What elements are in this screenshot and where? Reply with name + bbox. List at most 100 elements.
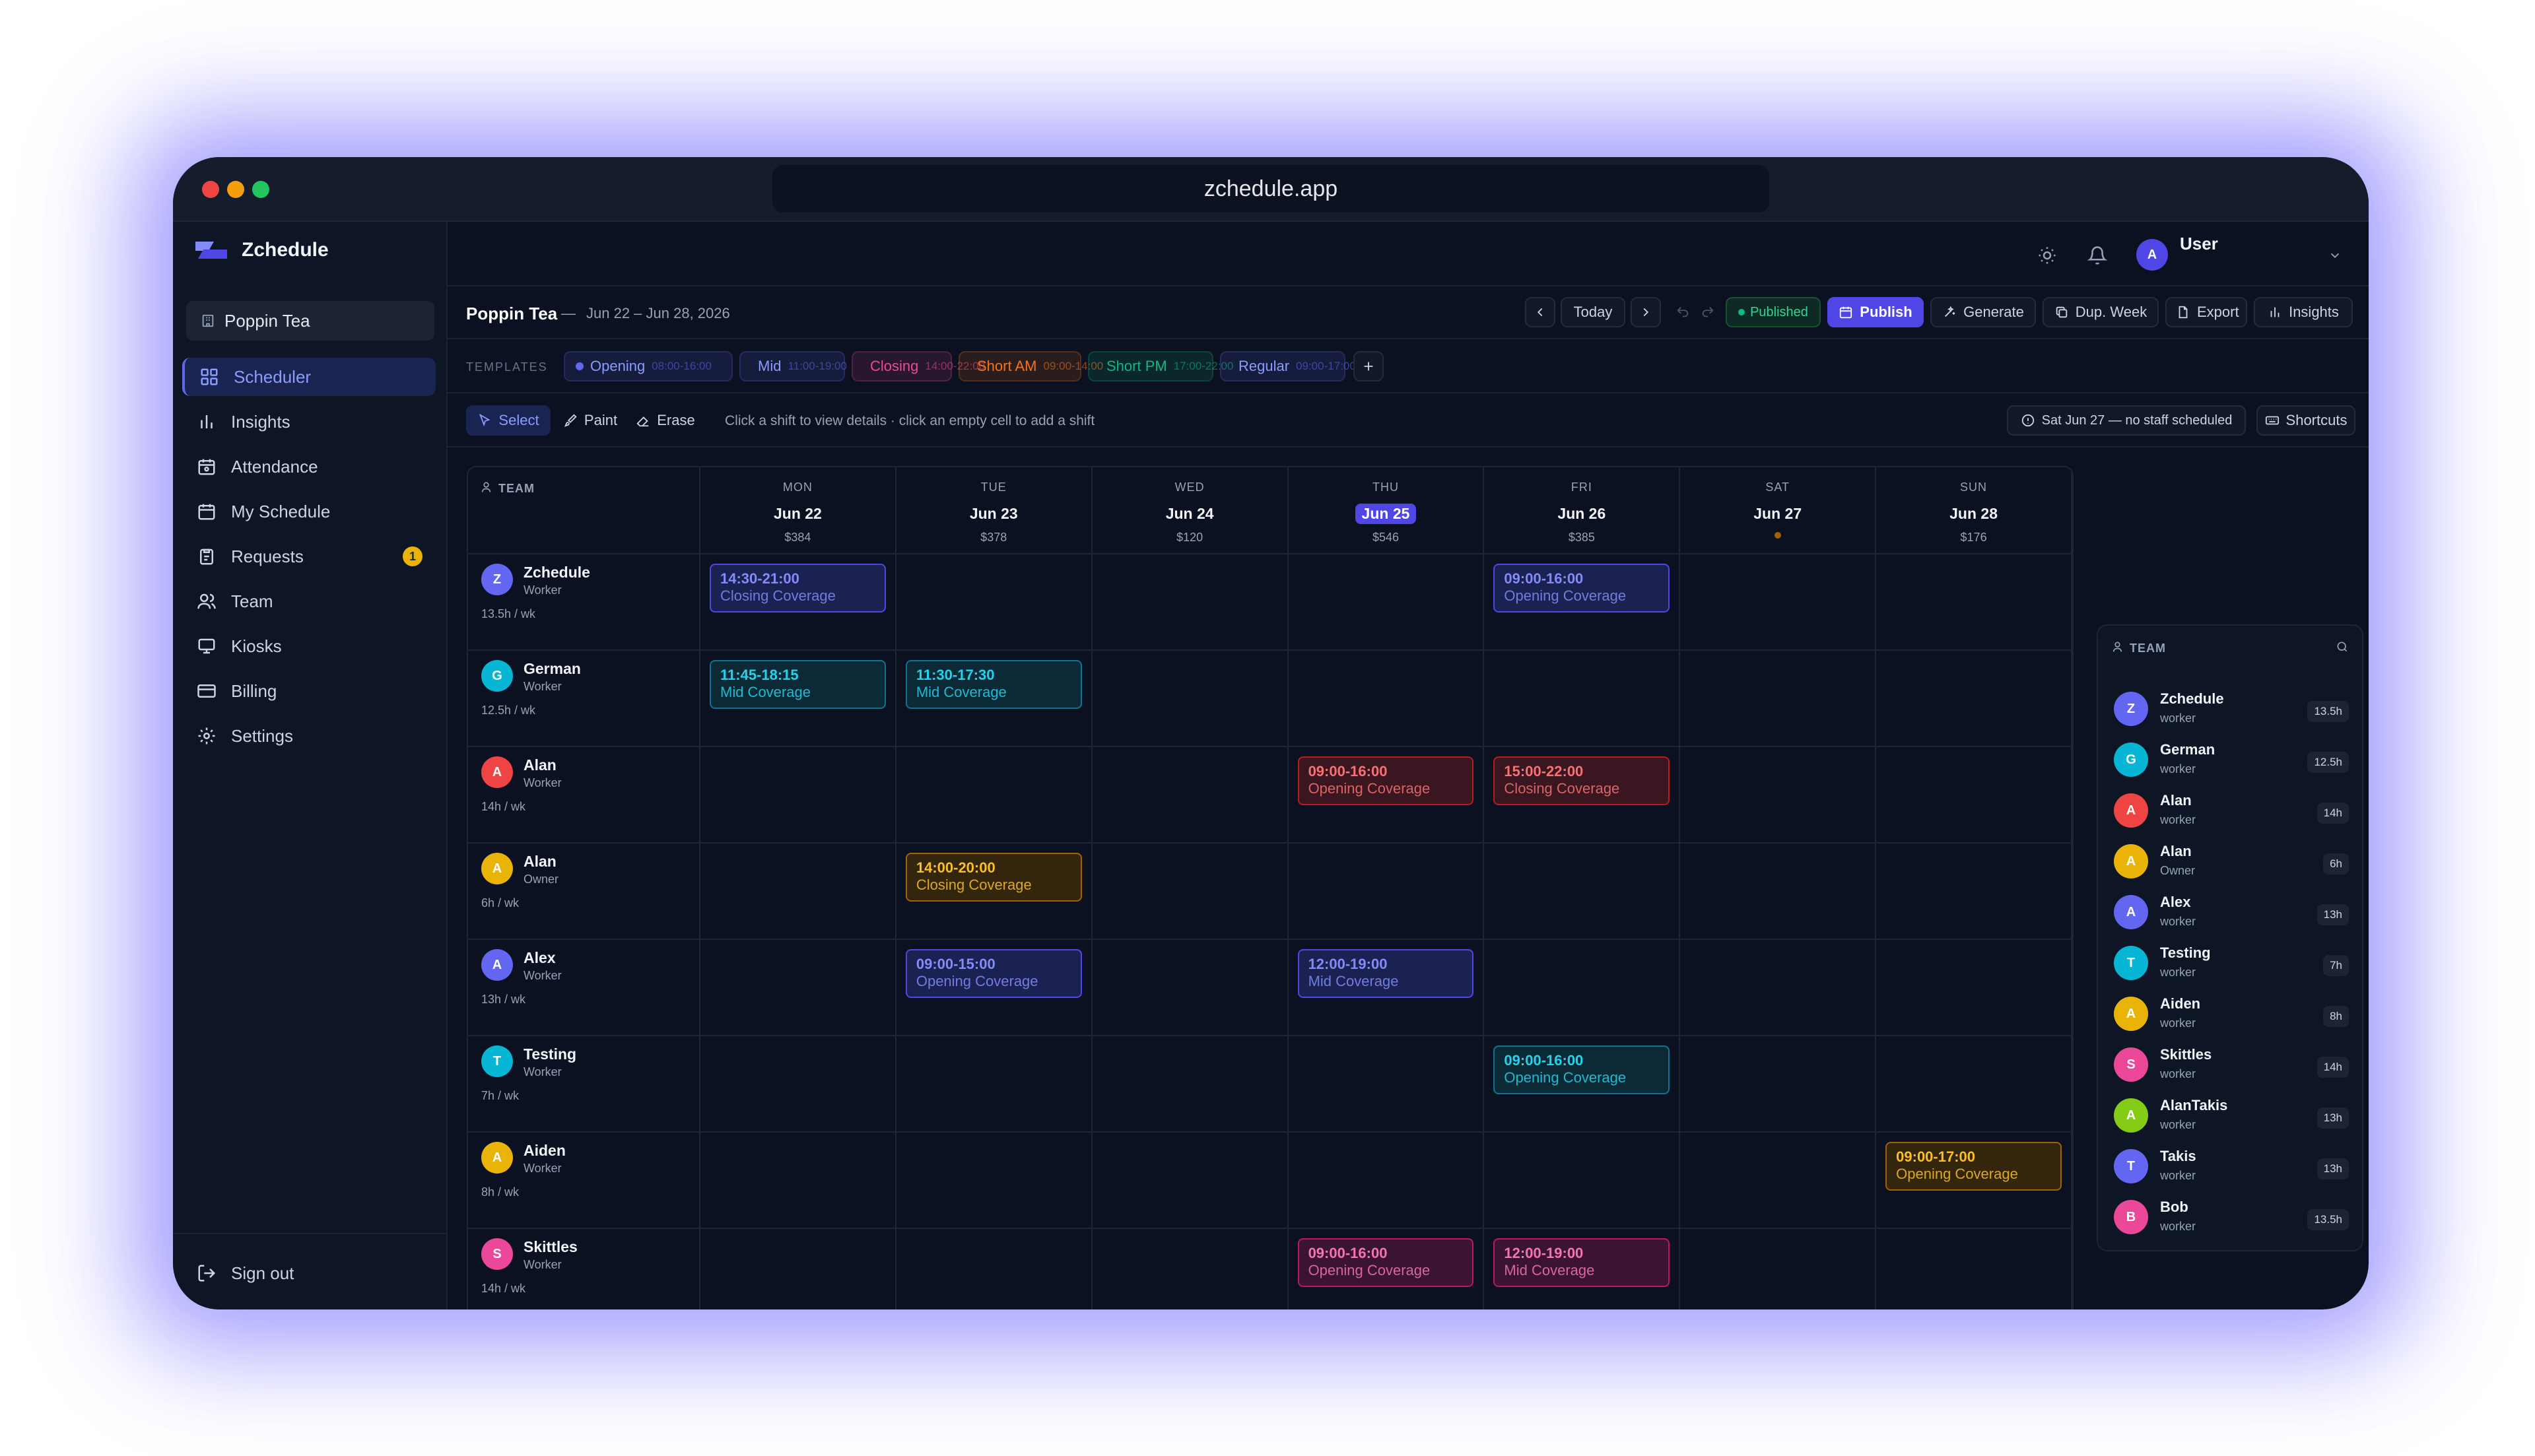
schedule-cell[interactable] [1876,1229,2072,1309]
schedule-cell[interactable] [1876,651,2072,747]
org-selector[interactable]: Poppin Tea [186,301,434,341]
paint-tool-button[interactable]: Paint [555,405,626,436]
sidebar-item-billing[interactable]: Billing [182,672,436,710]
bell-icon[interactable] [2087,246,2107,265]
schedule-cell[interactable] [1092,554,1289,651]
schedule-cell[interactable] [1876,747,2072,844]
schedule-cell[interactable] [1092,1133,1289,1229]
user-avatar[interactable]: A [2136,239,2168,271]
schedule-cell[interactable] [1680,940,1877,1036]
schedule-cell[interactable] [700,1229,896,1309]
schedule-cell[interactable] [1680,1036,1877,1133]
team-row-header[interactable]: A Alan Owner 6h / wk [468,844,700,940]
shift-block[interactable]: 14:30-21:00 Closing Coverage [710,564,886,612]
schedule-cell[interactable] [1092,844,1289,940]
publish-button[interactable]: Publish [1827,297,1924,327]
schedule-cell[interactable] [896,1229,1093,1309]
schedule-cell[interactable] [700,1036,896,1133]
sidebar-item-attendance[interactable]: Attendance [182,447,436,486]
schedule-cell[interactable] [1680,747,1877,844]
template-chip-regular[interactable]: Regular 09:00-17:00 [1220,351,1356,381]
sidebar-item-scheduler[interactable]: Scheduler [182,358,436,396]
shift-block[interactable]: 09:00-16:00 Opening Coverage [1297,1238,1474,1287]
shift-block[interactable]: 11:30-17:30 Mid Coverage [905,660,1082,709]
team-row-header[interactable]: T Testing Worker 7h / wk [468,1036,700,1133]
sidebar-item-requests[interactable]: Requests 1 [182,537,436,576]
search-icon[interactable] [2336,640,2349,657]
sidebar-item-kiosks[interactable]: Kiosks [182,627,436,665]
shift-block[interactable]: 11:45-18:15 Mid Coverage [710,660,886,709]
team-panel-member[interactable]: A AlanTakis worker 13h [2114,1093,2349,1138]
prev-week-button[interactable] [1525,297,1555,327]
schedule-cell[interactable] [1876,844,2072,940]
schedule-cell[interactable] [1092,747,1289,844]
insights-button[interactable]: Insights [2254,297,2353,327]
schedule-cell[interactable] [700,844,896,940]
maximize-window-dot[interactable] [252,181,269,198]
team-row-header[interactable]: Z Zchedule Worker 13.5h / wk [468,554,700,651]
schedule-cell[interactable] [1288,1036,1485,1133]
sidebar-item-settings[interactable]: Settings [182,717,436,755]
team-panel-member[interactable]: A Aiden worker 8h [2114,991,2349,1036]
team-panel-member[interactable]: S Skittles worker 14h [2114,1042,2349,1087]
next-week-button[interactable] [1631,297,1661,327]
address-bar[interactable]: zchedule.app [772,165,1769,213]
team-row-header[interactable]: A Alex Worker 13h / wk [468,940,700,1036]
team-row-header[interactable]: A Alan Worker 14h / wk [468,747,700,844]
team-panel-member[interactable]: T Takis worker 13h [2114,1144,2349,1189]
schedule-cell[interactable] [700,747,896,844]
undo-icon[interactable] [1675,305,1690,319]
schedule-cell[interactable] [1484,651,1681,747]
today-button[interactable]: Today [1561,297,1625,327]
shortcuts-button[interactable]: Shortcuts [2256,405,2355,436]
schedule-cell[interactable] [1680,844,1877,940]
chevron-down-icon[interactable] [2328,248,2342,263]
redo-icon[interactable] [1701,305,1715,319]
shift-block[interactable]: 09:00-17:00 Opening Coverage [1885,1142,2062,1191]
sidebar-item-insights[interactable]: Insights [182,403,436,441]
erase-tool-button[interactable]: Erase [628,405,702,436]
sun-icon[interactable] [2037,246,2057,265]
shift-block[interactable]: 12:00-19:00 Mid Coverage [1297,949,1474,998]
close-window-dot[interactable] [202,181,219,198]
schedule-cell[interactable] [700,940,896,1036]
team-panel-member[interactable]: A Alan worker 14h [2114,788,2349,833]
schedule-cell[interactable] [1680,1229,1877,1309]
template-chip-short-pm[interactable]: Short PM 17:00-22:00 [1088,351,1233,381]
team-row-header[interactable]: A Aiden Worker 8h / wk [468,1133,700,1229]
schedule-cell[interactable] [700,1133,896,1229]
export-button[interactable]: Export [2165,297,2247,327]
schedule-cell[interactable] [1484,844,1681,940]
template-chip-short-am[interactable]: Short AM 09:00-14:00 [959,351,1103,381]
user-name[interactable]: User [2180,234,2218,254]
schedule-cell[interactable] [1680,554,1877,651]
schedule-cell[interactable] [1680,651,1877,747]
shift-block[interactable]: 09:00-16:00 Opening Coverage [1297,756,1474,805]
team-row-header[interactable]: S Skittles Worker 14h / wk [468,1229,700,1309]
schedule-cell[interactable] [896,1036,1093,1133]
shift-block[interactable]: 09:00-16:00 Opening Coverage [1493,1045,1670,1094]
schedule-cell[interactable] [1288,651,1485,747]
shift-block[interactable]: 15:00-22:00 Closing Coverage [1493,756,1670,805]
team-panel-member[interactable]: T Testing worker 7h [2114,941,2349,985]
schedule-cell[interactable] [1288,554,1485,651]
shift-block[interactable]: 14:00-20:00 Closing Coverage [905,853,1082,902]
shift-block[interactable]: 12:00-19:00 Mid Coverage [1493,1238,1670,1287]
duplicate-week-button[interactable]: Dup. Week [2043,297,2159,327]
schedule-cell[interactable] [896,1133,1093,1229]
schedule-cell[interactable] [1092,940,1289,1036]
team-panel-member[interactable]: G German worker 12.5h [2114,737,2349,782]
schedule-cell[interactable] [1876,940,2072,1036]
schedule-cell[interactable] [896,554,1093,651]
schedule-cell[interactable] [1093,1229,1289,1309]
minimize-window-dot[interactable] [227,181,244,198]
sidebar-item-team[interactable]: Team [182,582,436,620]
schedule-cell[interactable] [1288,1133,1485,1229]
schedule-cell[interactable] [1680,1133,1877,1229]
schedule-cell[interactable] [1876,1036,2072,1133]
team-row-header[interactable]: G German Worker 12.5h / wk [468,651,700,747]
team-panel-member[interactable]: A Alan Owner 6h [2114,839,2349,884]
template-chip-closing[interactable]: Closing 14:00-22:00 [852,351,985,381]
staffing-warning[interactable]: Sat Jun 27 — no staff scheduled [2007,405,2246,436]
schedule-cell[interactable] [1288,844,1485,940]
